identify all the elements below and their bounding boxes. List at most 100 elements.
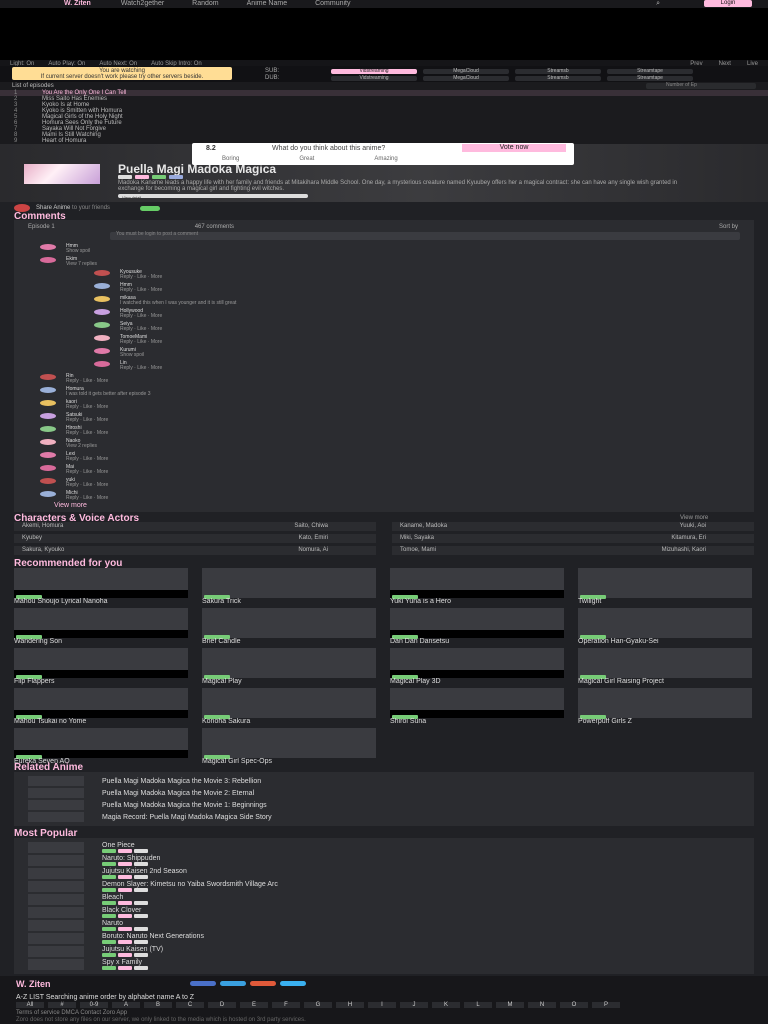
az-letter[interactable]: O [560, 1002, 588, 1008]
user-avatar[interactable] [40, 244, 56, 250]
recommended-card-title[interactable]: Magical Girl Spec-Ops [202, 758, 376, 766]
vote-option-boring[interactable]: Boring [222, 156, 239, 163]
az-letter[interactable]: M [496, 1002, 524, 1008]
az-letter[interactable]: I [368, 1002, 396, 1008]
user-avatar[interactable] [94, 270, 110, 276]
az-letter[interactable]: K [432, 1002, 460, 1008]
recommended-card[interactable] [390, 688, 564, 719]
recommended-card[interactable] [14, 568, 188, 599]
related-item[interactable]: Puella Magi Madoka Magica the Movie 2: E… [28, 788, 740, 800]
az-letter[interactable]: G [304, 1002, 332, 1008]
az-letter[interactable]: D [208, 1002, 236, 1008]
recommended-card[interactable] [14, 728, 188, 759]
recommended-card[interactable] [14, 688, 188, 719]
user-avatar[interactable] [94, 322, 110, 328]
recommended-card[interactable] [390, 568, 564, 599]
related-item[interactable]: Puella Magi Madoka Magica the Movie 1: B… [28, 800, 740, 812]
footer-logo[interactable]: W. Ziten [16, 979, 51, 989]
login-button[interactable]: Login [704, 0, 752, 7]
telegram-icon[interactable] [220, 981, 246, 986]
nav-link-random[interactable]: Random [192, 0, 218, 8]
recommended-card[interactable] [578, 568, 752, 599]
az-letter[interactable]: F [272, 1002, 300, 1008]
user-avatar[interactable] [40, 439, 56, 445]
recommended-card[interactable] [578, 648, 752, 679]
recommended-card-title[interactable]: Wandering Son [14, 638, 188, 646]
sub-server-streamtape[interactable]: Streamtape [607, 68, 693, 74]
recommended-card[interactable] [14, 648, 188, 679]
user-avatar[interactable] [94, 348, 110, 354]
recommended-card-title[interactable]: Magical Play [202, 678, 376, 686]
az-letter[interactable]: E [240, 1002, 268, 1008]
vote-option-great[interactable]: Great [299, 156, 314, 163]
recommended-card-title[interactable]: Sakura Trick [202, 598, 376, 606]
recommended-card[interactable] [202, 648, 376, 679]
recommended-card-title[interactable]: Twilight [578, 598, 752, 606]
user-avatar[interactable] [94, 361, 110, 367]
user-avatar[interactable] [40, 400, 56, 406]
popular-item[interactable]: Naruto: Shippuden [28, 855, 740, 868]
dub-server-streamtape[interactable]: Streamtape [607, 75, 693, 81]
user-avatar[interactable] [40, 413, 56, 419]
nav-link-watch2gether[interactable]: Watch2gether [121, 0, 164, 8]
az-letter[interactable]: C [176, 1002, 204, 1008]
user-avatar[interactable] [40, 465, 56, 471]
recommended-card-title[interactable]: Yuki Yuna is a Hero [390, 598, 564, 606]
popular-item[interactable]: Demon Slayer: Kimetsu no Yaiba Swordsmit… [28, 881, 740, 894]
recommended-card-title[interactable]: Operation Han-Gyaku-Sei [578, 638, 752, 646]
recommended-card-title[interactable]: Brief Candle [202, 638, 376, 646]
user-avatar[interactable] [94, 296, 110, 302]
user-avatar[interactable] [40, 452, 56, 458]
az-letter[interactable]: 0-9 [80, 1002, 108, 1008]
user-avatar[interactable] [40, 257, 56, 263]
related-title[interactable]: Magia Record: Puella Magi Madoka Magica … [102, 814, 272, 822]
episode-select[interactable]: Episode 1 [28, 224, 55, 230]
user-avatar[interactable] [40, 478, 56, 484]
recommended-card[interactable] [202, 568, 376, 599]
character-card[interactable]: Akemi, Homura Saito, Chiwa [14, 522, 376, 531]
characters-view-more[interactable]: View more [680, 515, 708, 522]
az-letter[interactable]: P [592, 1002, 620, 1008]
recommended-card-title[interactable]: Flip Flappers [14, 678, 188, 686]
recommended-card[interactable] [578, 688, 752, 719]
popular-item[interactable]: Jujutsu Kaisen 2nd Season [28, 868, 740, 881]
user-avatar[interactable] [40, 387, 56, 393]
recommended-card[interactable] [390, 608, 564, 639]
recommended-card-title[interactable]: Mahou Shoujo Lyrical Nanoha [14, 598, 188, 606]
recommended-card[interactable] [202, 608, 376, 639]
recommended-card-title[interactable]: Magical Girl Raising Project [578, 678, 752, 686]
user-avatar[interactable] [40, 374, 56, 380]
footer-links[interactable]: Terms of service DMCA Contact Zoro App [16, 1010, 756, 1017]
episode-find-input[interactable]: Number of Ep [646, 82, 756, 89]
sub-server-vidstreaming[interactable]: Vidstreaming [331, 68, 417, 74]
user-avatar[interactable] [94, 335, 110, 341]
recommended-card-title[interactable]: Shiroi Suna [390, 718, 564, 726]
az-letter[interactable]: A [112, 1002, 140, 1008]
recommended-card-title[interactable]: Magical Play 3D [390, 678, 564, 686]
related-item[interactable]: Magia Record: Puella Magi Madoka Magica … [28, 812, 740, 824]
user-avatar[interactable] [94, 283, 110, 289]
az-letter[interactable]: L [464, 1002, 492, 1008]
related-title[interactable]: Puella Magi Madoka Magica the Movie 3: R… [102, 778, 261, 786]
comments-view-more[interactable]: View more [54, 502, 87, 510]
video-player[interactable] [0, 8, 768, 60]
sort-button[interactable]: Sort by [719, 224, 738, 230]
discord-icon[interactable] [190, 981, 216, 986]
popular-item[interactable]: Black Clover [28, 907, 740, 920]
recommended-card[interactable] [202, 728, 376, 759]
user-avatar[interactable] [40, 491, 56, 497]
recommended-card[interactable] [390, 648, 564, 679]
character-card[interactable]: Miki, Sayaka Kitamura, Eri [392, 534, 754, 543]
az-letter[interactable]: J [400, 1002, 428, 1008]
recommended-card-title[interactable]: Dan Dan Dansetsu [390, 638, 564, 646]
view-detail-button[interactable]: View detail [118, 194, 308, 200]
dub-server-megacloud[interactable]: MegaCloud [423, 75, 509, 81]
sub-server-streamsb[interactable]: Streamsb [515, 68, 601, 74]
user-avatar[interactable] [94, 309, 110, 315]
recommended-card[interactable] [578, 608, 752, 639]
popular-item[interactable]: Boruto: Naruto Next Generations [28, 933, 740, 946]
reddit-icon[interactable] [250, 981, 276, 986]
dub-server-streamsb[interactable]: Streamsb [515, 75, 601, 81]
recommended-card-title[interactable]: Mahou Tsukai no Yome [14, 718, 188, 726]
character-card[interactable]: Kaname, Madoka Yuuki, Aoi [392, 522, 754, 531]
